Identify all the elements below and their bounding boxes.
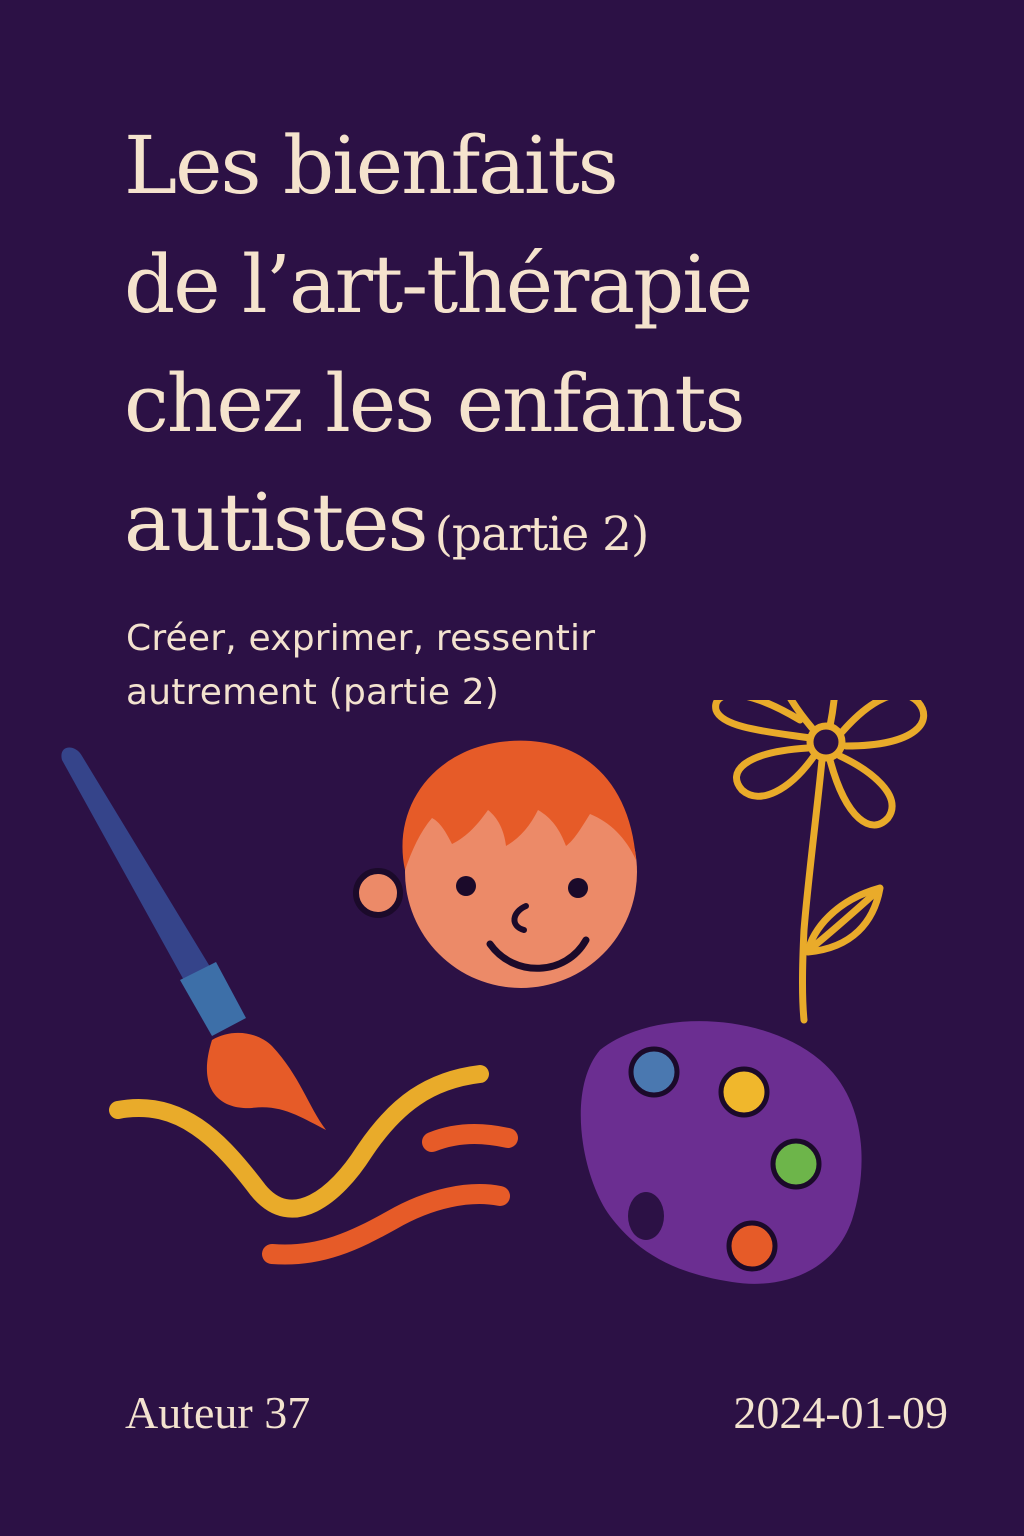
title-line-3: chez les enfants <box>124 357 746 450</box>
subtitle-line-1: Créer, exprimer, ressentir <box>126 618 596 659</box>
paintbrush-icon <box>61 747 326 1130</box>
book-cover: Les bienfaits de l’art-thérapie chez les… <box>0 0 1024 1536</box>
title-line-1: Les bienfaits <box>124 119 619 212</box>
cover-title: Les bienfaits de l’art-thérapie chez les… <box>124 106 944 594</box>
flower-icon <box>712 700 928 1024</box>
title-line-2: de l’art-thérapie <box>124 238 753 331</box>
author-name: Auteur 37 <box>125 1387 311 1438</box>
cover-illustration <box>61 700 928 1284</box>
child-face-icon <box>353 740 637 988</box>
title-line-4-text: autistes <box>124 476 429 569</box>
palette-icon <box>580 1021 862 1284</box>
paint-waves-icon <box>109 1065 518 1265</box>
title-part-label: (partie 2) <box>434 507 650 562</box>
title-line-4: autistes (partie 2) <box>124 463 944 594</box>
publication-date: 2024-01-09 <box>733 1387 948 1438</box>
